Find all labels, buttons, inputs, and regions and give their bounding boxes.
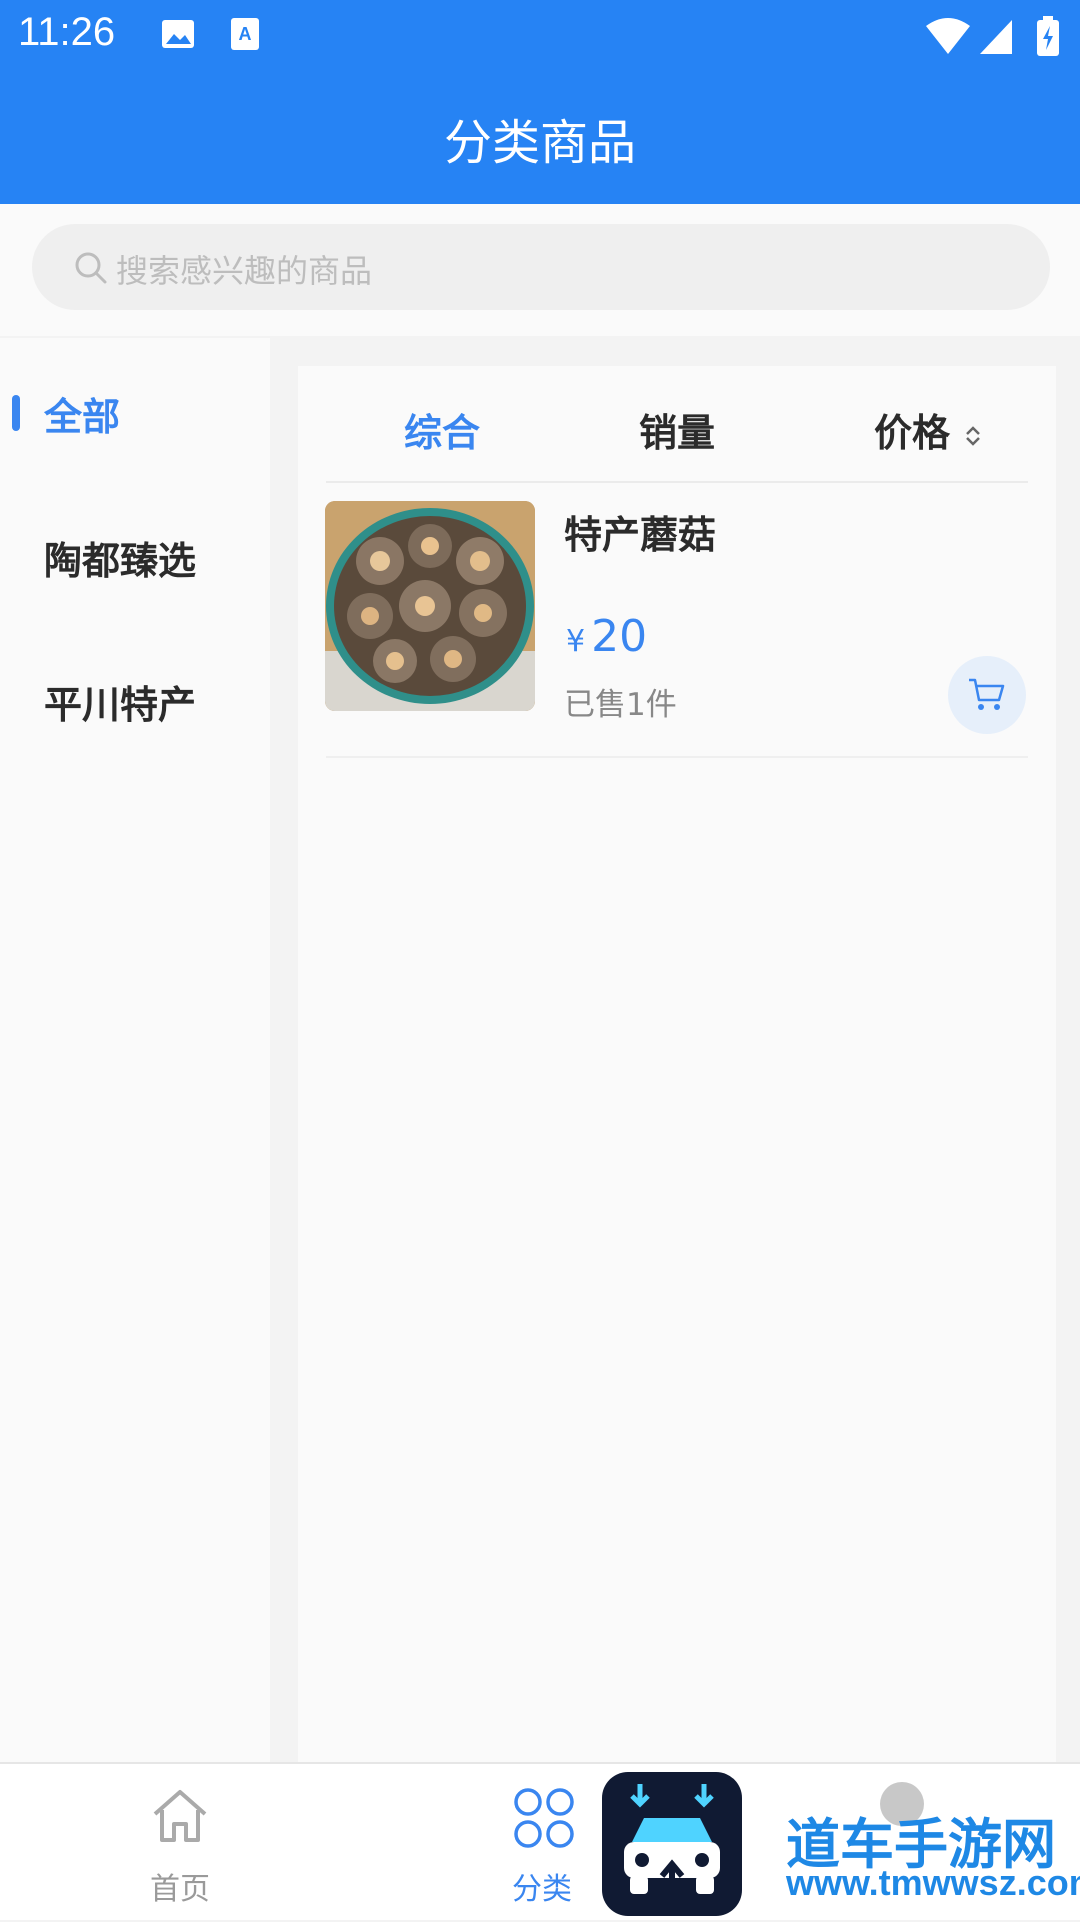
- sidebar-item-pingchuan-specialty[interactable]: 平川特产: [44, 674, 196, 729]
- product-panel: 综合 销量 价格 特产蘑菇 ¥20 已售1件: [298, 366, 1056, 1762]
- divider: [326, 481, 1028, 483]
- search-bar-container: 搜索感兴趣的商品: [0, 204, 1080, 336]
- divider: [326, 756, 1028, 758]
- home-icon: [153, 1790, 207, 1842]
- watermark-url: www.tmwwsz.com: [786, 1862, 1080, 1903]
- sort-arrows-icon: [966, 425, 981, 446]
- product-price: ¥20: [566, 611, 647, 662]
- image-icon: [160, 16, 196, 56]
- wifi-icon: [924, 16, 972, 60]
- sidebar-item-all[interactable]: 全部: [44, 386, 120, 441]
- product-sold-count: 已售1件: [564, 687, 677, 723]
- app-header: 11:26 A 分类商品: [0, 0, 1080, 204]
- product-name: 特产蘑菇: [564, 513, 717, 557]
- signal-icon: [978, 16, 1014, 60]
- product-image: [325, 501, 535, 711]
- search-placeholder: 搜索感兴趣的商品: [116, 252, 373, 290]
- search-input[interactable]: 搜索感兴趣的商品: [32, 224, 1050, 310]
- sort-tab-price-label: 价格: [874, 411, 951, 455]
- tab-home[interactable]: 首页: [80, 1764, 280, 1922]
- tab-home-label: 首页: [150, 1872, 210, 1907]
- active-indicator: [12, 395, 20, 431]
- search-icon: [75, 252, 107, 284]
- category-sidebar: 全部 陶都臻选 平川特产: [0, 338, 270, 1762]
- car-app-logo: [602, 1772, 742, 1916]
- sort-tab-price[interactable]: 价格: [874, 402, 983, 457]
- price-value: 20: [591, 611, 648, 662]
- battery-icon: [1036, 16, 1060, 62]
- page-title: 分类商品: [443, 115, 636, 171]
- status-time: 11:26: [18, 10, 116, 54]
- category-grid-icon: [514, 1788, 574, 1848]
- svg-text:A: A: [239, 24, 252, 44]
- sidebar-item-taodu-selection[interactable]: 陶都臻选: [44, 530, 196, 585]
- currency-symbol: ¥: [566, 624, 586, 659]
- sort-tab-comprehensive[interactable]: 综合: [404, 402, 480, 457]
- sort-tab-sales[interactable]: 销量: [639, 402, 715, 457]
- add-to-cart-button[interactable]: [948, 656, 1026, 734]
- cart-icon: [969, 678, 1005, 710]
- keyboard-a-icon: A: [230, 16, 260, 56]
